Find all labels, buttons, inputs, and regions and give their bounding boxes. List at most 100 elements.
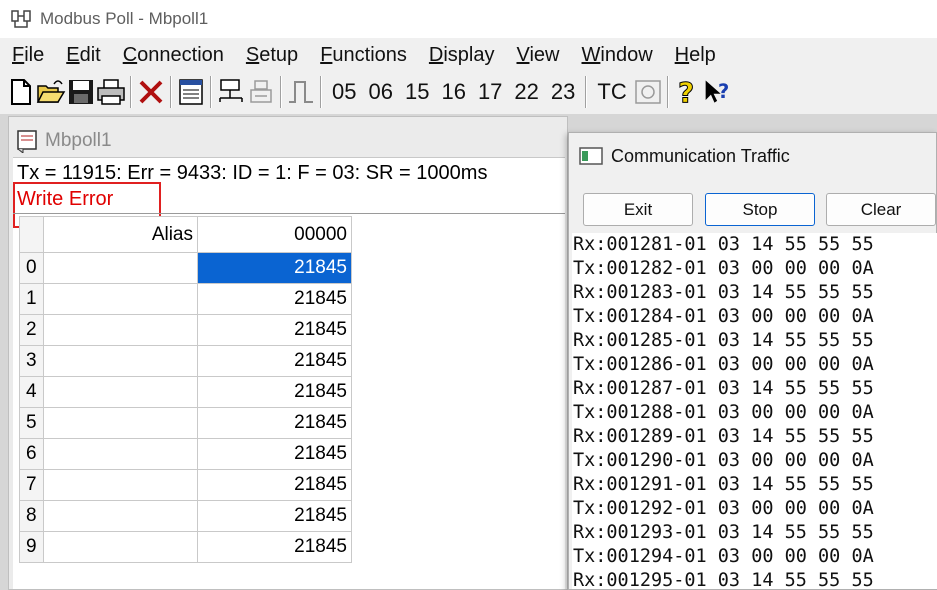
menu-display[interactable]: Display — [429, 44, 495, 67]
traffic-window-icon — [579, 147, 603, 165]
traffic-title-bar[interactable]: Communication Traffic — [579, 143, 790, 169]
table-row: 1 21845 — [19, 283, 352, 315]
function-06-button[interactable]: 06 — [362, 75, 398, 109]
chart-button[interactable] — [633, 75, 663, 109]
function-22-button[interactable]: 22 — [508, 75, 544, 109]
value-cell[interactable]: 21845 — [197, 500, 352, 532]
context-help-button[interactable]: ? — [703, 75, 733, 109]
alias-cell[interactable] — [43, 314, 198, 346]
function-15-button[interactable]: 15 — [399, 75, 435, 109]
row-header[interactable]: 6 — [19, 438, 44, 470]
window-title: Modbus Poll - Mbpoll1 — [40, 9, 209, 28]
value-cell[interactable]: 21845 — [197, 314, 352, 346]
value-cell[interactable]: 21845 — [197, 438, 352, 470]
toolbar-separator — [130, 76, 132, 108]
table-row: 8 21845 — [19, 500, 352, 532]
child-window-title: Mbpoll1 — [45, 130, 112, 151]
alias-cell[interactable] — [43, 407, 198, 439]
floppy-disk-icon — [69, 80, 93, 104]
row-header[interactable]: 8 — [19, 500, 44, 532]
menu-help[interactable]: Help — [675, 44, 716, 67]
print-button[interactable] — [96, 75, 126, 109]
value-cell[interactable]: 21845 — [197, 469, 352, 501]
value-cell[interactable]: 21845 — [197, 376, 352, 408]
table-row: 4 21845 — [19, 376, 352, 408]
toolbar-separator — [585, 76, 588, 108]
menu-edit[interactable]: Edit — [66, 44, 100, 67]
function-05-button[interactable]: 05 — [326, 75, 362, 109]
function-17-button[interactable]: 17 — [472, 75, 508, 109]
row-header[interactable]: 1 — [19, 283, 44, 315]
row-header[interactable]: 4 — [19, 376, 44, 408]
delete-button[interactable] — [136, 75, 166, 109]
table-row: 5 21845 — [19, 407, 352, 439]
alias-cell[interactable] — [43, 252, 198, 284]
new-document-button[interactable] — [6, 75, 36, 109]
alias-cell[interactable] — [43, 469, 198, 501]
value-cell[interactable]: 21845 — [197, 531, 352, 563]
log-line: Rx:001287-01 03 14 55 55 55 — [573, 378, 874, 399]
child-title-bar[interactable]: Mbpoll1 — [15, 127, 112, 155]
toolbar-separator — [666, 76, 669, 108]
menu-file[interactable]: File — [12, 44, 44, 67]
value-cell[interactable]: 21845 — [197, 283, 352, 315]
log-line: Rx:001293-01 03 14 55 55 55 — [573, 522, 874, 543]
exit-button[interactable]: Exit — [583, 193, 693, 226]
modbus-app-icon — [11, 10, 31, 28]
alias-cell[interactable] — [43, 376, 198, 408]
alias-cell[interactable] — [43, 283, 198, 315]
alias-cell[interactable] — [43, 345, 198, 377]
svg-text:?: ? — [678, 77, 694, 107]
menu-window[interactable]: Window — [582, 44, 653, 67]
row-header[interactable]: 7 — [19, 469, 44, 501]
about-button[interactable]: ? — [673, 75, 703, 109]
log-line: Tx:001286-01 03 00 00 00 0A — [573, 354, 874, 375]
save-button[interactable] — [66, 75, 96, 109]
row-header[interactable]: 2 — [19, 314, 44, 346]
toolbar: 05 06 15 16 17 22 23 TC ? ? — [6, 72, 937, 112]
log-line: Tx:001294-01 03 00 00 00 0A — [573, 546, 874, 567]
open-folder-button[interactable] — [36, 75, 66, 109]
stop-button[interactable]: Stop — [705, 193, 815, 226]
table-row: 0 21845 — [19, 252, 352, 284]
function-16-button[interactable]: 16 — [435, 75, 471, 109]
value-cell[interactable]: 21845 — [197, 407, 352, 439]
connect-icon — [219, 79, 243, 102]
window-button[interactable] — [176, 75, 206, 109]
traffic-log[interactable]: Rx:001281-01 03 14 55 55 55 Tx:001282-01… — [572, 233, 937, 589]
child-client-area: Tx = 11915: Err = 9433: ID = 1: F = 03: … — [13, 157, 565, 589]
value-cell[interactable]: 21845 — [197, 345, 352, 377]
clear-button[interactable]: Clear — [826, 193, 936, 226]
alias-column-header[interactable]: Alias — [43, 216, 198, 253]
alias-cell[interactable] — [43, 500, 198, 532]
row-header[interactable]: 3 — [19, 345, 44, 377]
pulse-button[interactable] — [286, 75, 316, 109]
log-line: Rx:001291-01 03 14 55 55 55 — [573, 474, 874, 495]
alias-cell[interactable] — [43, 438, 198, 470]
row-header[interactable]: 0 — [19, 252, 44, 284]
function-23-button[interactable]: 23 — [545, 75, 581, 109]
table-row: 3 21845 — [19, 345, 352, 377]
close-x-icon — [139, 80, 163, 104]
log-line: Tx:001282-01 03 00 00 00 0A — [573, 258, 874, 279]
alias-cell[interactable] — [43, 531, 198, 563]
connect-button[interactable] — [216, 75, 246, 109]
row-header[interactable]: 5 — [19, 407, 44, 439]
row-header[interactable]: 9 — [19, 531, 44, 563]
document-window-icon — [17, 130, 37, 153]
log-line: Tx:001288-01 03 00 00 00 0A — [573, 402, 874, 423]
window-icon — [179, 79, 203, 105]
menu-view[interactable]: View — [517, 44, 560, 67]
menu-connection[interactable]: Connection — [123, 44, 224, 67]
menu-functions[interactable]: Functions — [320, 44, 407, 67]
address-column-header[interactable]: 00000 — [197, 216, 352, 253]
new-document-icon — [11, 79, 31, 105]
menu-setup[interactable]: Setup — [246, 44, 298, 67]
pulse-wave-icon — [289, 81, 313, 103]
mbpoll-child-window: Mbpoll1 Tx = 11915: Err = 9433: ID = 1: … — [8, 116, 568, 590]
traffic-button[interactable]: TC — [591, 75, 632, 109]
disconnect-button[interactable] — [246, 75, 276, 109]
grid-corner — [19, 216, 44, 253]
printer-icon — [97, 79, 125, 105]
value-cell-selected[interactable]: 21845 — [197, 252, 352, 284]
